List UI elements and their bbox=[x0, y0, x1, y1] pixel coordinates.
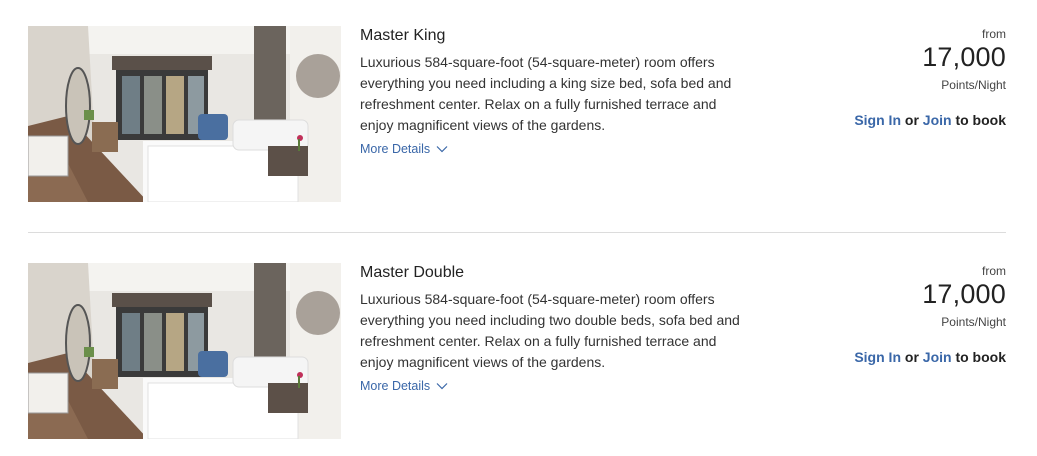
room-card: Master King Luxurious 584-square-foot (5… bbox=[28, 26, 1006, 202]
room-card: Master Double Luxurious 584-square-foot … bbox=[28, 263, 1006, 439]
price-unit: Points/Night bbox=[941, 315, 1006, 329]
room-title: Master Double bbox=[360, 264, 465, 281]
book-prompt: Sign In or Join to book bbox=[854, 349, 1006, 365]
book-prompt: Sign In or Join to book bbox=[854, 112, 1006, 128]
to-book-text: to book bbox=[955, 112, 1006, 128]
price-prefix: from bbox=[982, 264, 1006, 278]
chevron-down-icon bbox=[436, 146, 448, 153]
more-details-label: More Details bbox=[360, 379, 431, 393]
more-details-link[interactable]: More Details bbox=[360, 379, 448, 393]
join-link[interactable]: Join bbox=[923, 112, 952, 128]
room-description: Luxurious 584-square-foot (54-square-met… bbox=[360, 54, 732, 133]
or-text: or bbox=[904, 112, 919, 128]
room-photo[interactable] bbox=[28, 263, 341, 439]
sign-in-link[interactable]: Sign In bbox=[854, 349, 901, 365]
join-link[interactable]: Join bbox=[923, 349, 952, 365]
chevron-down-icon bbox=[436, 383, 448, 390]
room-description: Luxurious 584-square-foot (54-square-met… bbox=[360, 291, 740, 370]
sign-in-link[interactable]: Sign In bbox=[854, 112, 901, 128]
price-unit: Points/Night bbox=[941, 78, 1006, 92]
room-photo[interactable] bbox=[28, 26, 341, 202]
more-details-label: More Details bbox=[360, 142, 431, 156]
price-prefix: from bbox=[982, 27, 1006, 41]
price-amount: 17,000 bbox=[922, 42, 1006, 72]
more-details-link[interactable]: More Details bbox=[360, 142, 448, 156]
room-title: Master King bbox=[360, 27, 446, 44]
price-amount: 17,000 bbox=[922, 279, 1006, 309]
to-book-text: to book bbox=[955, 349, 1006, 365]
divider bbox=[28, 232, 1006, 233]
or-text: or bbox=[904, 349, 919, 365]
